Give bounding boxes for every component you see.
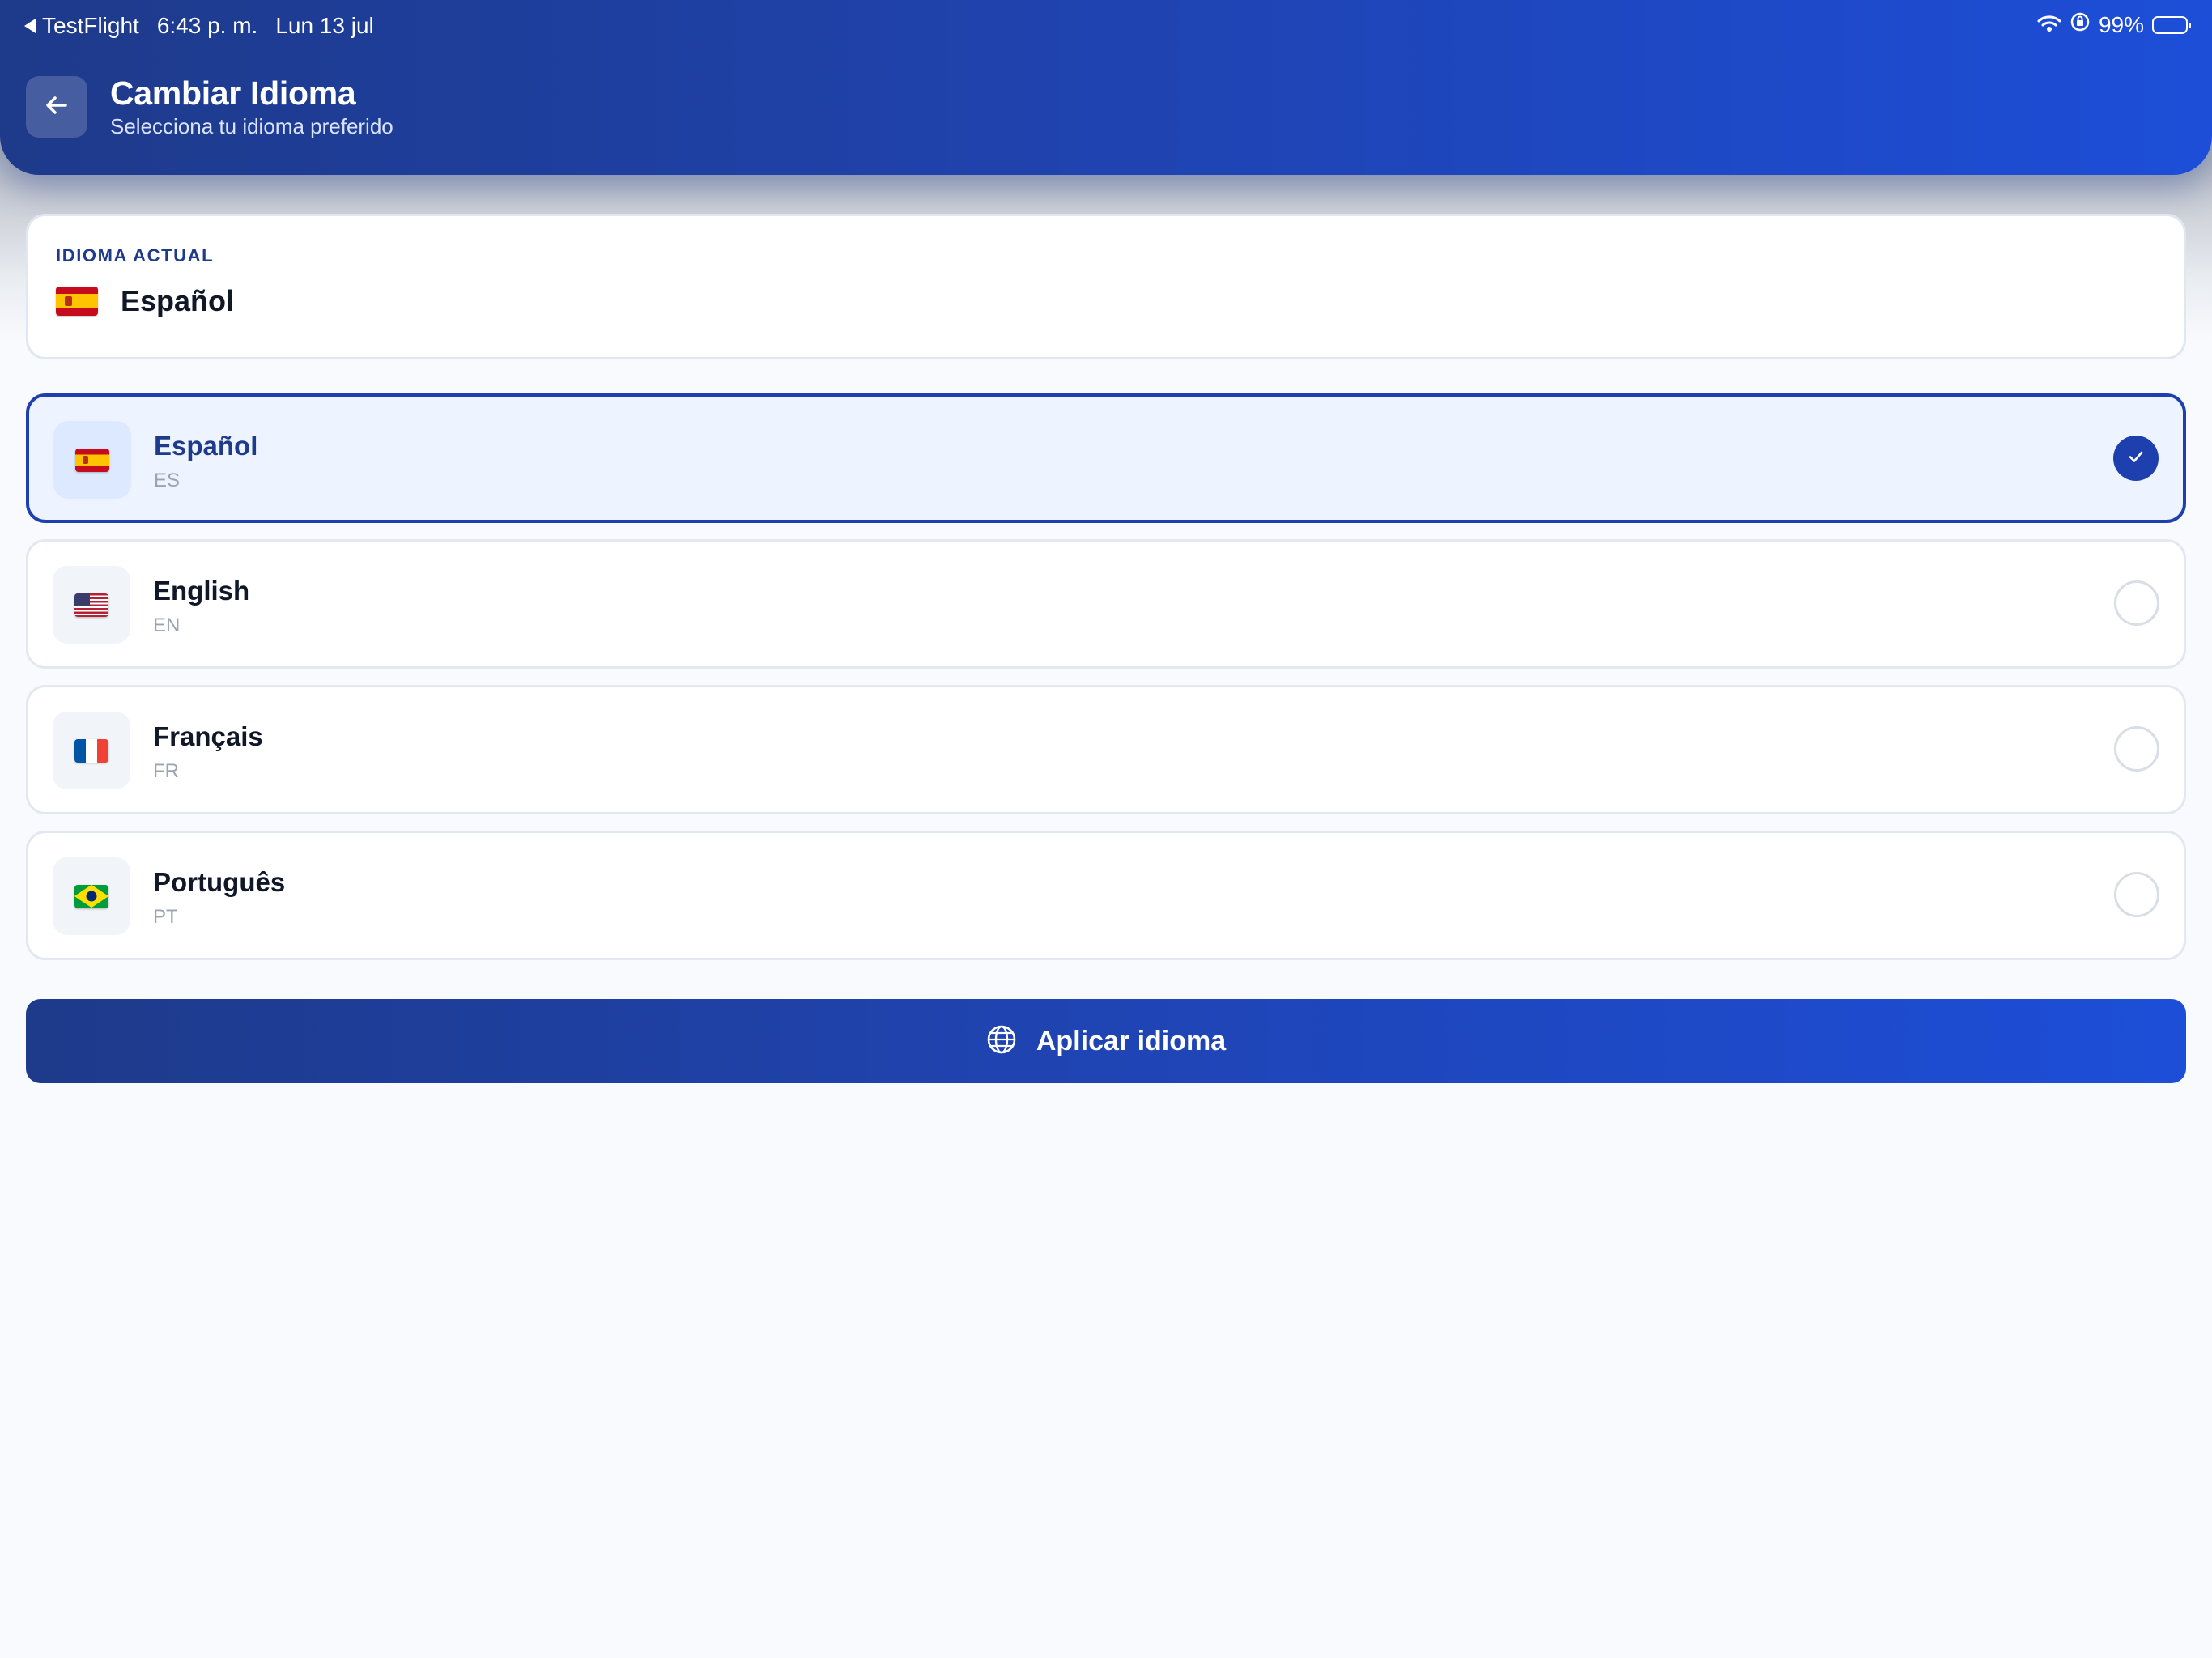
radio-checked[interactable]	[2113, 436, 2159, 481]
battery-percent: 99%	[2098, 11, 2144, 37]
language-list: Español ES English EN Français FR Portug…	[26, 393, 2186, 976]
page-subtitle: Selecciona tu idioma preferido	[110, 114, 393, 138]
language-code: EN	[153, 614, 181, 636]
current-language-card: IDIOMA ACTUAL Español	[26, 214, 2186, 359]
radio-unchecked[interactable]	[2114, 580, 2159, 626]
flag-container	[53, 566, 130, 644]
flag-france-icon	[74, 738, 108, 763]
language-option-pt[interactable]: Português PT	[26, 831, 2186, 960]
status-right: 99%	[2037, 11, 2191, 38]
language-option-fr[interactable]: Français FR	[26, 685, 2186, 814]
checkmark-icon	[2125, 446, 2146, 471]
globe-icon	[986, 1024, 1017, 1059]
back-triangle-icon	[24, 19, 36, 33]
language-option-es[interactable]: Español ES	[26, 393, 2186, 523]
current-language-name: Español	[121, 284, 235, 317]
language-name: Português	[153, 867, 286, 897]
flag-brazil-icon	[74, 884, 108, 908]
apply-language-button[interactable]: Aplicar idioma	[26, 999, 2186, 1083]
back-button[interactable]	[26, 76, 87, 138]
header-bar: TestFlight 6:43 p. m. Lun 13 jul 99% Cam…	[0, 0, 2212, 175]
language-name: Français	[153, 721, 263, 751]
current-language-label: IDIOMA ACTUAL	[56, 245, 215, 266]
flag-container	[53, 712, 130, 789]
language-name: English	[153, 576, 250, 606]
page-title: Cambiar Idioma	[110, 74, 356, 112]
language-name: Español	[154, 431, 258, 461]
status-bar: TestFlight 6:43 p. m. Lun 13 jul 99%	[0, 0, 2212, 53]
battery-icon	[2152, 15, 2191, 34]
back-app-label: TestFlight	[42, 13, 139, 38]
flag-container	[53, 857, 130, 935]
orientation-lock-icon	[2069, 11, 2091, 38]
language-code: ES	[154, 470, 181, 491]
apply-language-label: Aplicar idioma	[1036, 1025, 1227, 1056]
flag-usa-icon	[74, 593, 108, 617]
radio-unchecked[interactable]	[2114, 726, 2159, 772]
language-option-en[interactable]: English EN	[26, 539, 2186, 669]
status-left: TestFlight 6:43 p. m. Lun 13 jul	[24, 13, 374, 39]
status-time: 6:43 p. m.	[156, 13, 258, 38]
arrow-left-icon	[43, 91, 70, 123]
language-code: PT	[153, 906, 178, 928]
back-to-app-link[interactable]: TestFlight	[24, 13, 139, 39]
radio-unchecked[interactable]	[2114, 872, 2159, 917]
wifi-icon	[2037, 12, 2061, 38]
flag-container	[53, 421, 131, 499]
status-date: Lun 13 jul	[275, 13, 374, 38]
language-code: FR	[153, 760, 179, 782]
current-language-row: Español	[56, 284, 234, 318]
flag-spain-icon	[56, 287, 98, 316]
flag-spain-icon	[75, 448, 109, 472]
